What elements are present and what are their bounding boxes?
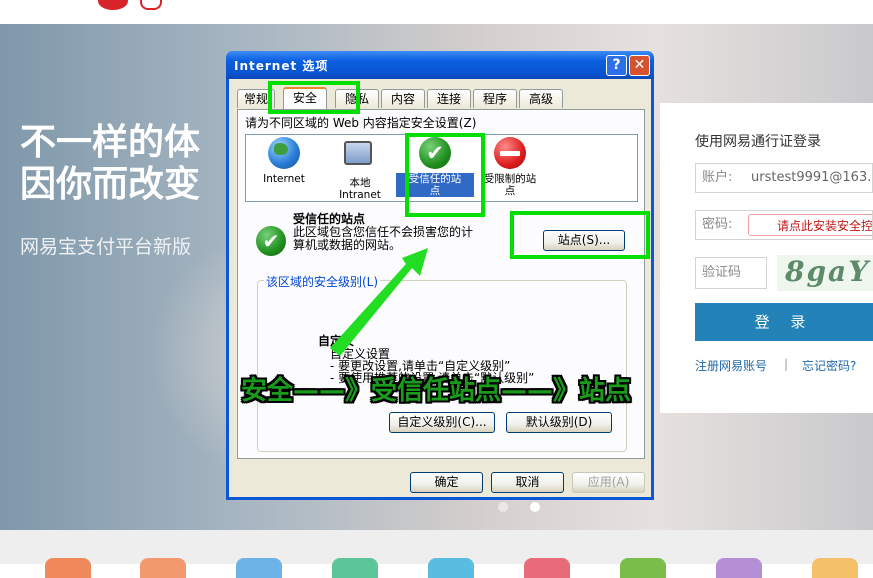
tutorial-annotation: 安全——》受信任站点——》站点	[241, 376, 632, 406]
tab-security[interactable]: 安全	[283, 87, 327, 109]
annotation-arrow-icon	[330, 248, 428, 356]
